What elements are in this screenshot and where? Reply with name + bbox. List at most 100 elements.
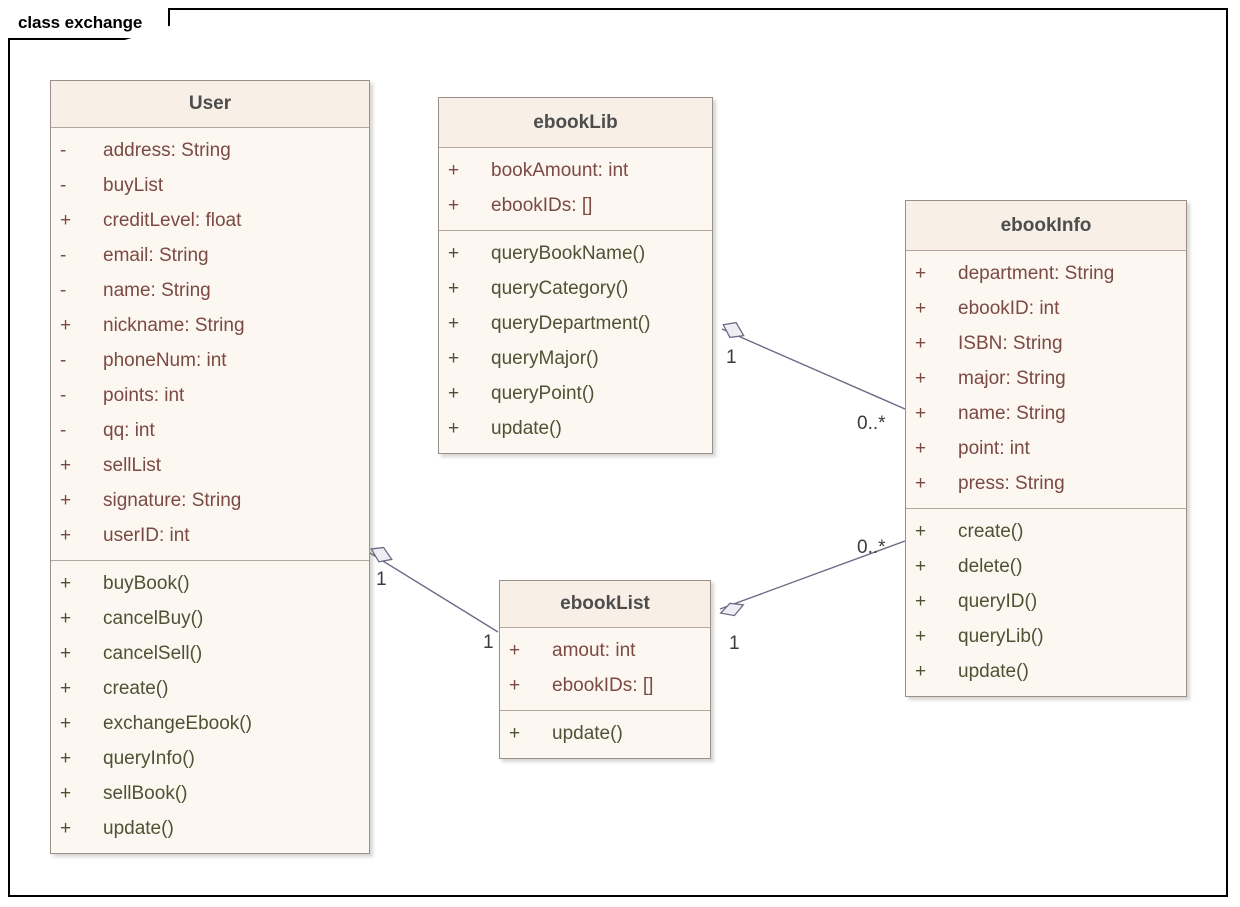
attribute-label: ebookID: int xyxy=(958,298,1060,319)
method-row: + update() xyxy=(500,716,710,751)
method-label: sellBook() xyxy=(103,783,188,804)
method-label: create() xyxy=(958,521,1024,542)
visibility-marker: + xyxy=(915,626,927,647)
attribute-label: email: String xyxy=(103,245,209,266)
visibility-marker: + xyxy=(60,525,72,546)
visibility-marker: + xyxy=(915,438,927,459)
attribute-label: qq: int xyxy=(103,420,155,441)
attribute-label: signature: String xyxy=(103,490,242,511)
methods-compartment-ebookinfo: + create() + delete() + queryID() + queryLib… xyxy=(906,508,1186,696)
method-row: + create() xyxy=(906,514,1186,549)
visibility-marker: + xyxy=(915,661,927,682)
attribute-label: amout: int xyxy=(552,640,636,661)
visibility-marker: + xyxy=(509,675,521,696)
method-row: + exchangeEbook() xyxy=(51,706,369,741)
attribute-row: - buyList xyxy=(51,168,369,203)
attribute-label: name: String xyxy=(103,280,211,301)
visibility-marker: - xyxy=(60,175,67,196)
method-label: update() xyxy=(103,818,174,839)
visibility-marker: + xyxy=(915,403,927,424)
method-row: + cancelSell() xyxy=(51,636,369,671)
attribute-label: sellList xyxy=(103,455,162,476)
multiplicity-ebooklist-left-1: 1 xyxy=(483,632,494,653)
attribute-label: major: String xyxy=(958,368,1066,389)
attribute-row: - phoneNum: int xyxy=(51,343,369,378)
class-name-ebooklist: ebookList xyxy=(500,581,710,628)
method-label: buyBook() xyxy=(103,573,190,594)
attribute-row: + amout: int xyxy=(500,633,710,668)
method-row: + queryCategory() xyxy=(439,271,712,306)
frame-tab-label: class exchange xyxy=(18,13,143,32)
attribute-label: point: int xyxy=(958,438,1030,459)
class-name-ebooklib: ebookLib xyxy=(439,98,712,148)
method-label: queryInfo() xyxy=(103,748,195,769)
method-label: queryID() xyxy=(958,591,1038,612)
attribute-row: + signature: String xyxy=(51,483,369,518)
method-row: + cancelBuy() xyxy=(51,601,369,636)
visibility-marker: + xyxy=(915,473,927,494)
method-row: + create() xyxy=(51,671,369,706)
attribute-label: points: int xyxy=(103,385,185,406)
method-row: + queryID() xyxy=(906,584,1186,619)
attribute-label: creditLevel: float xyxy=(103,210,242,231)
attribute-row: + userID: int xyxy=(51,518,369,553)
visibility-marker: + xyxy=(60,643,72,664)
visibility-marker: + xyxy=(509,723,521,744)
method-row: + update() xyxy=(906,654,1186,689)
attribute-row: - email: String xyxy=(51,238,369,273)
visibility-marker: + xyxy=(448,160,460,181)
attributes-compartment-ebooklib: + bookAmount: int + ebookIDs: [] xyxy=(439,148,712,230)
methods-compartment-ebooklist: + update() xyxy=(500,710,710,758)
method-row: + queryInfo() xyxy=(51,741,369,776)
attribute-row: + bookAmount: int xyxy=(439,153,712,188)
visibility-marker: + xyxy=(448,383,460,404)
visibility-marker: - xyxy=(60,280,67,301)
visibility-marker: - xyxy=(60,385,67,406)
attribute-row: + ISBN: String xyxy=(906,326,1186,361)
method-label: create() xyxy=(103,678,169,699)
visibility-marker: + xyxy=(915,368,927,389)
method-label: update() xyxy=(552,723,623,744)
attribute-label: bookAmount: int xyxy=(491,160,629,181)
class-box-ebooklist[interactable]: ebookList + amout: int + ebookIDs: [] + upd… xyxy=(499,580,711,759)
attribute-row: - name: String xyxy=(51,273,369,308)
method-row: + queryMajor() xyxy=(439,341,712,376)
attribute-row: + ebookIDs: [] xyxy=(439,188,712,223)
visibility-marker: + xyxy=(915,556,927,577)
multiplicity-ebookinfo-0n-bottom: 0..* xyxy=(857,537,886,558)
attribute-label: press: String xyxy=(958,473,1065,494)
method-label: exchangeEbook() xyxy=(103,713,252,734)
method-row: + queryDepartment() xyxy=(439,306,712,341)
method-label: queryPoint() xyxy=(491,383,595,404)
multiplicity-ebookinfo-0n-top: 0..* xyxy=(857,413,886,434)
attributes-compartment-ebookinfo: + department: String + ebookID: int + ISBN:… xyxy=(906,251,1186,508)
method-label: cancelBuy() xyxy=(103,608,204,629)
multiplicity-ebooklist-right-1: 1 xyxy=(729,633,740,654)
attribute-label: buyList xyxy=(103,175,164,196)
visibility-marker: + xyxy=(60,748,72,769)
visibility-marker: - xyxy=(60,245,67,266)
visibility-marker: - xyxy=(60,350,67,371)
visibility-marker: + xyxy=(60,678,72,699)
methods-compartment-ebooklib: + queryBookName() + queryCategory() + query… xyxy=(439,230,712,453)
attribute-row: + department: String xyxy=(906,256,1186,291)
visibility-marker: + xyxy=(915,333,927,354)
visibility-marker: + xyxy=(60,315,72,336)
method-label: update() xyxy=(958,661,1029,682)
visibility-marker: + xyxy=(60,210,72,231)
class-box-user[interactable]: User - address: String - buyList + creditLe… xyxy=(50,80,370,854)
attribute-label: nickname: String xyxy=(103,315,245,336)
visibility-marker: + xyxy=(915,591,927,612)
visibility-marker: + xyxy=(509,640,521,661)
class-name-user: User xyxy=(51,81,369,128)
method-label: cancelSell() xyxy=(103,643,203,664)
diagram-frame: 1 0..* 1 1 1 0..* User - address: String … xyxy=(8,8,1228,897)
method-label: queryDepartment() xyxy=(491,313,651,334)
visibility-marker: + xyxy=(60,818,72,839)
attribute-row: + press: String xyxy=(906,466,1186,501)
class-box-ebooklib[interactable]: ebookLib + bookAmount: int + ebookIDs: [] … xyxy=(438,97,713,454)
class-box-ebookinfo[interactable]: ebookInfo + department: String + ebookID: … xyxy=(905,200,1187,697)
visibility-marker: + xyxy=(915,521,927,542)
method-row: + buyBook() xyxy=(51,566,369,601)
attribute-label: department: String xyxy=(958,263,1115,284)
